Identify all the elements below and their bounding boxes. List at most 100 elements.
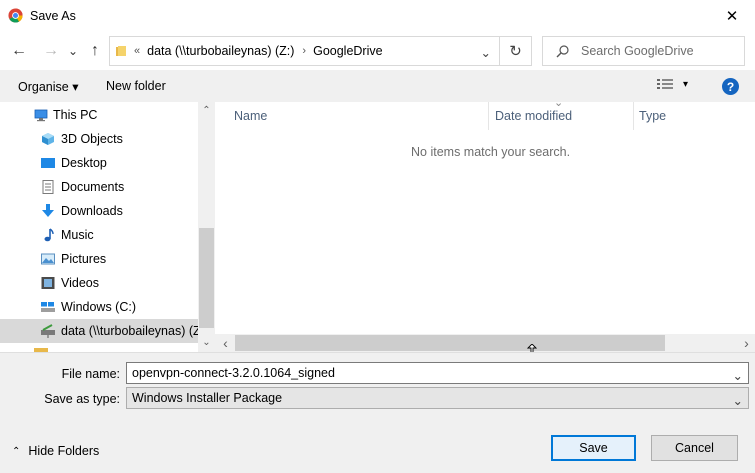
savetype-label: Save as type: <box>44 392 120 406</box>
folder-icon <box>116 46 126 56</box>
tree-item-pictures[interactable]: Pictures <box>0 247 198 271</box>
help-icon: ? <box>726 79 735 94</box>
tree-item-label: Desktop <box>61 156 107 170</box>
tree-item-music[interactable]: Music <box>0 223 198 247</box>
command-bar: Organise ▾ New folder ▾ ? <box>0 70 755 102</box>
tree-item-label: Pictures <box>61 252 107 266</box>
pictures-icon <box>41 253 55 265</box>
network-drive-icon <box>41 324 55 338</box>
close-button[interactable]: ✕ <box>709 0 755 32</box>
tree-item-label: Downloads <box>61 204 123 218</box>
videos-icon <box>41 277 55 289</box>
new-folder-button[interactable]: New folder <box>106 79 166 93</box>
filename-field[interactable]: openvpn-connect-3.2.0.1064_signed ⌄ <box>126 362 749 384</box>
column-divider[interactable] <box>488 102 489 130</box>
tree-item-desktop[interactable]: Desktop <box>0 151 198 175</box>
chevron-down-icon: ⌄ <box>732 394 743 408</box>
cancel-button[interactable]: Cancel <box>651 435 738 461</box>
tree-item-label: 3D Objects <box>61 132 123 146</box>
hide-folders-button[interactable]: ⌃ Hide Folders <box>12 444 99 458</box>
chevron-left-icon: ‹ <box>223 335 228 351</box>
search-icon <box>556 44 569 57</box>
documents-icon <box>42 180 54 194</box>
up-arrow-icon: ↑ <box>91 42 99 59</box>
pc-icon <box>34 109 48 122</box>
search-box[interactable]: Search GoogleDrive <box>542 36 745 66</box>
view-dropdown-icon: ▾ <box>683 78 689 90</box>
close-icon: ✕ <box>725 8 739 25</box>
column-header-name[interactable]: Name <box>234 102 267 130</box>
column-divider[interactable] <box>633 102 634 130</box>
tree-item-downloads[interactable]: Downloads <box>0 199 198 223</box>
breadcrumb-segment[interactable]: GoogleDrive <box>313 44 382 58</box>
breadcrumb-separator-icon[interactable]: › <box>302 45 306 57</box>
file-list-horizontal-scrollbar[interactable]: ‹ › <box>215 334 755 352</box>
chevron-down-icon: ⌄ <box>202 337 211 348</box>
chevron-down-icon[interactable]: ⌄ <box>733 368 743 383</box>
chevron-down-icon[interactable]: ⌄ <box>481 45 491 60</box>
navigation-bar: ← → ⌄ ↑ « data (\\turbobaileynas) (Z:) ›… <box>0 32 755 70</box>
forward-button[interactable]: → <box>42 40 60 62</box>
cancel-button-label: Cancel <box>675 441 714 455</box>
tree-item-label: This PC <box>53 108 98 122</box>
empty-folder-message: No items match your search. <box>411 145 571 159</box>
scroll-up-button[interactable]: ⌃ <box>198 102 215 119</box>
up-button[interactable]: ↑ <box>86 40 104 62</box>
tree-item-label: Music <box>61 228 94 242</box>
downloads-icon <box>42 204 54 217</box>
recent-locations-button[interactable]: ⌄ <box>67 40 79 62</box>
tree-item-videos[interactable]: Videos <box>0 271 198 295</box>
filename-value[interactable]: openvpn-connect-3.2.0.1064_signed <box>132 366 335 380</box>
chrome-icon <box>8 8 23 23</box>
refresh-icon: ↻ <box>509 43 522 60</box>
organise-button[interactable]: Organise ▾ <box>18 79 78 94</box>
scrollbar-thumb[interactable] <box>235 335 665 351</box>
column-header-type[interactable]: Type <box>639 102 666 130</box>
scrollbar-thumb[interactable] <box>199 228 214 328</box>
tree-item-label: data (\\turbobaileynas) (Z <box>61 324 201 338</box>
tree-item-data-network[interactable]: data (\\turbobaileynas) (Z <box>0 319 201 343</box>
scroll-down-button[interactable]: ⌄ <box>198 334 215 351</box>
refresh-button[interactable]: ↻ <box>500 36 532 66</box>
tree-item-documents[interactable]: Documents <box>0 175 198 199</box>
help-button[interactable]: ? <box>722 78 739 95</box>
tree-item-3d-objects[interactable]: 3D Objects <box>0 127 198 151</box>
details-view-icon <box>657 79 673 89</box>
scroll-left-button[interactable]: ‹ <box>217 334 234 352</box>
save-button-label: Save <box>579 441 608 455</box>
window-title: Save As <box>30 9 76 23</box>
3d-objects-icon <box>42 133 54 145</box>
chevron-down-icon: ⌄ <box>67 44 79 58</box>
breadcrumb-overflow-icon[interactable]: « <box>134 45 140 57</box>
drive-icon <box>41 302 55 312</box>
address-bar[interactable]: « data (\\turbobaileynas) (Z:) › GoogleD… <box>109 36 500 66</box>
file-list: Name Date modified ⌄ Type No items match… <box>215 97 755 352</box>
tree-item-windows-c[interactable]: Windows (C:) <box>0 295 198 319</box>
chevron-right-icon: › <box>744 335 749 351</box>
save-button[interactable]: Save <box>551 435 636 461</box>
save-form: File name: openvpn-connect-3.2.0.1064_si… <box>0 352 755 473</box>
back-button[interactable]: ← <box>10 40 28 62</box>
chevron-up-icon: ⌃ <box>12 445 21 457</box>
tree-item-partial[interactable] <box>0 343 198 352</box>
hide-folders-label: Hide Folders <box>28 444 100 458</box>
tree-item-this-pc[interactable]: This PC <box>0 103 198 127</box>
search-input[interactable]: Search GoogleDrive <box>581 44 694 58</box>
desktop-icon <box>41 158 55 168</box>
forward-arrow-icon: → <box>43 42 59 59</box>
tree-item-label: Videos <box>61 276 99 290</box>
sort-indicator-icon: ⌄ <box>554 97 564 109</box>
title-bar: Save As ✕ <box>0 0 755 32</box>
filename-label: File name: <box>61 367 120 381</box>
chevron-up-icon: ⌃ <box>202 105 211 116</box>
breadcrumb-segment[interactable]: data (\\turbobaileynas) (Z:) <box>147 44 294 58</box>
change-view-button[interactable]: ▾ <box>657 78 688 90</box>
navigation-pane: This PC 3D Objects Desktop Documents Dow… <box>0 102 215 352</box>
savetype-select[interactable]: Windows Installer Package ⌄ <box>126 387 749 409</box>
navigation-pane-scrollbar[interactable]: ⌃ ⌄ <box>198 102 215 352</box>
scroll-right-button[interactable]: › <box>738 334 755 352</box>
savetype-value: Windows Installer Package <box>132 391 283 405</box>
tree-item-label: Documents <box>61 180 125 194</box>
music-icon <box>44 228 54 242</box>
back-arrow-icon: ← <box>11 42 27 59</box>
